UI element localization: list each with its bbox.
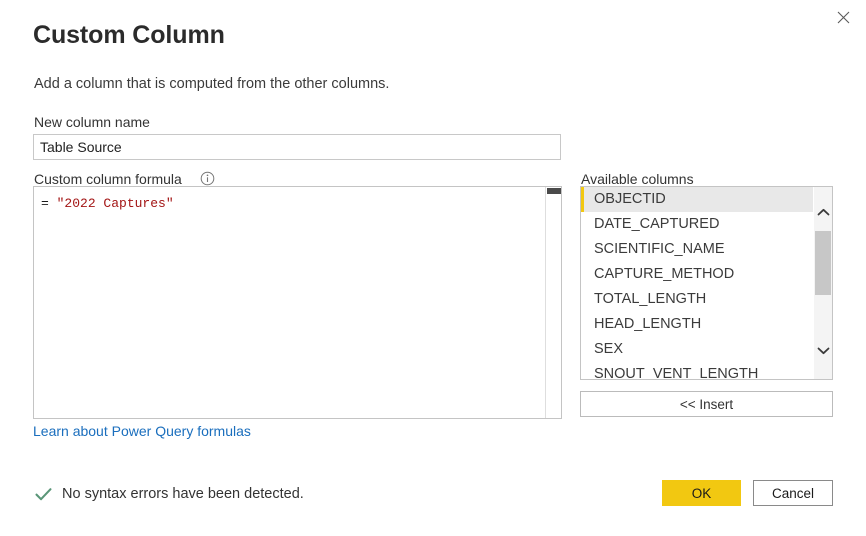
cancel-button[interactable]: Cancel [753,480,833,506]
available-column-item[interactable]: DATE_CAPTURED [581,212,813,237]
formula-scrollbar-thumb[interactable] [547,188,561,194]
formula-scrollbar[interactable] [545,187,561,418]
formula-prefix: = [41,196,57,211]
available-column-label: SCIENTIFIC_NAME [594,241,725,257]
available-column-label: TOTAL_LENGTH [594,291,707,307]
available-column-label: DATE_CAPTURED [594,216,720,232]
new-column-name-input[interactable] [33,134,561,160]
scroll-down-arrow[interactable] [814,341,832,361]
syntax-status: No syntax errors have been detected. [34,483,304,505]
available-column-item[interactable]: SCIENTIFIC_NAME [581,237,813,262]
info-icon[interactable] [200,171,215,186]
available-column-label: OBJECTID [594,191,666,207]
available-column-label: SEX [594,341,624,357]
available-columns-scrollbar-thumb[interactable] [815,231,831,295]
available-column-item[interactable]: TOTAL_LENGTH [581,287,813,312]
available-columns-box: OBJECTID DATE_CAPTURED SCIENTIFIC_NAME CAPT… [580,186,833,380]
close-button[interactable] [826,2,860,32]
available-column-item[interactable]: SEX [581,337,813,362]
available-column-item[interactable]: OBJECTID [581,187,813,212]
available-column-label: HEAD_LENGTH [594,316,702,332]
learn-power-query-formulas-link[interactable]: Learn about Power Query formulas [33,422,251,440]
ok-button[interactable]: OK [662,480,741,506]
available-column-item[interactable]: CAPTURE_METHOD [581,262,813,287]
close-icon [837,11,850,24]
insert-button[interactable]: << Insert [580,391,833,417]
available-column-label: CAPTURE_METHOD [594,266,735,282]
scroll-up-arrow[interactable] [814,203,832,223]
chevron-down-icon [817,342,830,360]
custom-column-formula-editor[interactable]: = "2022 Captures" [33,186,562,419]
available-column-label: SNOUT_VENT_LENGTH [594,366,759,379]
formula-string-literal: "2022 Captures" [56,196,174,211]
new-column-name-label: New column name [34,114,150,130]
syntax-status-text: No syntax errors have been detected. [62,485,304,502]
chevron-up-icon [817,204,830,222]
formula-text: = "2022 Captures" [41,195,537,213]
available-column-item[interactable]: SNOUT_VENT_LENGTH [581,362,813,379]
custom-column-dialog: Custom Column Add a column that is compu… [0,0,866,536]
dialog-subtitle: Add a column that is computed from the o… [34,76,390,92]
available-columns-scrollbar[interactable] [814,187,832,379]
available-columns-list[interactable]: OBJECTID DATE_CAPTURED SCIENTIFIC_NAME CAPT… [581,187,813,379]
available-column-item[interactable]: HEAD_LENGTH [581,312,813,337]
dialog-title: Custom Column [33,21,225,49]
checkmark-icon [34,485,53,504]
